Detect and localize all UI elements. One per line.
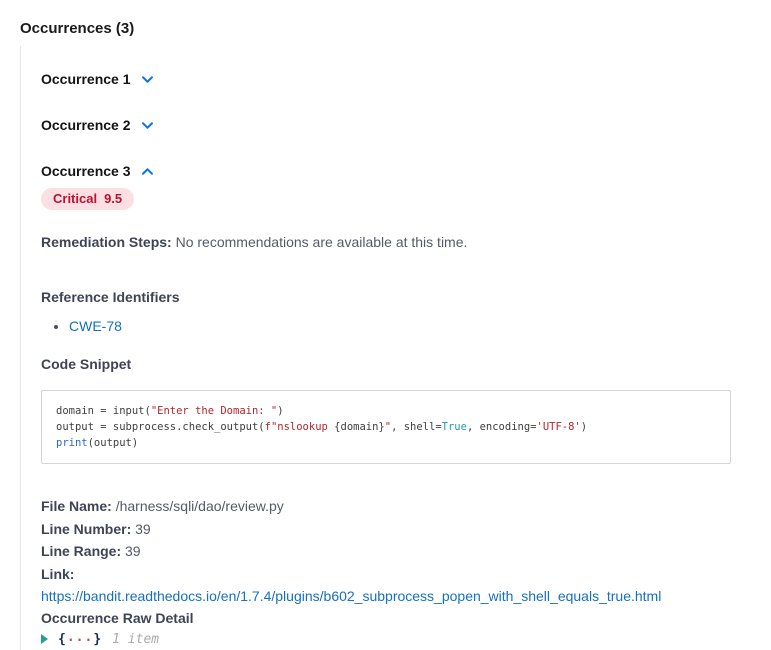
link-label-row: Link: xyxy=(41,563,751,586)
code-snippet-content: domain = input("Enter the Domain: ")outp… xyxy=(56,403,716,451)
tree-expand-icon[interactable] xyxy=(41,634,48,644)
remediation-label: Remediation Steps: xyxy=(41,234,172,250)
severity-label: Critical xyxy=(53,191,97,206)
remediation-text: No recommendations are available at this… xyxy=(176,234,468,250)
ellipsis: ... xyxy=(67,630,93,645)
link-url-row: https://bandit.readthedocs.io/en/1.7.4/p… xyxy=(41,585,751,608)
file-name-value: /harness/sqli/dao/review.py xyxy=(116,498,284,514)
reference-identifiers-list: CWE-78 xyxy=(41,318,751,335)
collapsed-object[interactable]: {...} xyxy=(58,632,102,647)
occurrence-2-label: Occurrence 2 xyxy=(41,116,131,134)
code-snippet-box: domain = input("Enter the Domain: ")outp… xyxy=(41,390,731,464)
severity-badge: Critical 9.5 xyxy=(41,188,134,210)
occurrence-3-toggle[interactable]: Occurrence 3 xyxy=(41,162,155,180)
item-count: 1 item xyxy=(112,632,159,647)
cwe-link[interactable]: CWE-78 xyxy=(69,318,122,334)
reference-identifiers-heading: Reference Identifiers xyxy=(41,289,751,306)
file-name-row: File Name: /harness/sqli/dao/review.py xyxy=(41,495,751,518)
remediation-row: Remediation Steps: No recommendations ar… xyxy=(41,234,751,251)
occurrence-3-detail: Critical 9.5 Remediation Steps: No recom… xyxy=(41,180,751,647)
chevron-up-icon[interactable] xyxy=(140,164,155,179)
occurrence-3-label: Occurrence 3 xyxy=(41,162,131,180)
code-snippet-heading: Code Snippet xyxy=(41,356,751,373)
line-number-label: Line Number: xyxy=(41,521,131,537)
line-range-value: 39 xyxy=(125,543,141,559)
line-range-row: Line Range: 39 xyxy=(41,540,751,563)
page-title: Occurrences (3) xyxy=(20,20,751,38)
line-number-row: Line Number: 39 xyxy=(41,518,751,541)
list-item: CWE-78 xyxy=(69,318,751,335)
chevron-down-icon[interactable] xyxy=(140,118,155,133)
severity-score: 9.5 xyxy=(104,191,122,206)
occurrence-meta: File Name: /harness/sqli/dao/review.py L… xyxy=(41,495,751,627)
occurrence-1-label: Occurrence 1 xyxy=(41,70,131,88)
documentation-link[interactable]: https://bandit.readthedocs.io/en/1.7.4/p… xyxy=(41,588,661,604)
occurrences-panel: Occurrence 1 Occurrence 2 Occurrence 3 C… xyxy=(20,46,751,650)
occurrence-2-toggle[interactable]: Occurrence 2 xyxy=(41,116,155,134)
occurrence-1-toggle[interactable]: Occurrence 1 xyxy=(41,46,155,88)
line-range-label: Line Range: xyxy=(41,543,121,559)
raw-detail-json-tree: {...} 1 item xyxy=(41,632,751,647)
file-name-label: File Name: xyxy=(41,498,112,514)
link-label: Link: xyxy=(41,566,74,582)
occurrence-raw-detail-heading: Occurrence Raw Detail xyxy=(41,610,751,627)
line-number-value: 39 xyxy=(135,521,151,537)
chevron-down-icon[interactable] xyxy=(140,72,155,87)
